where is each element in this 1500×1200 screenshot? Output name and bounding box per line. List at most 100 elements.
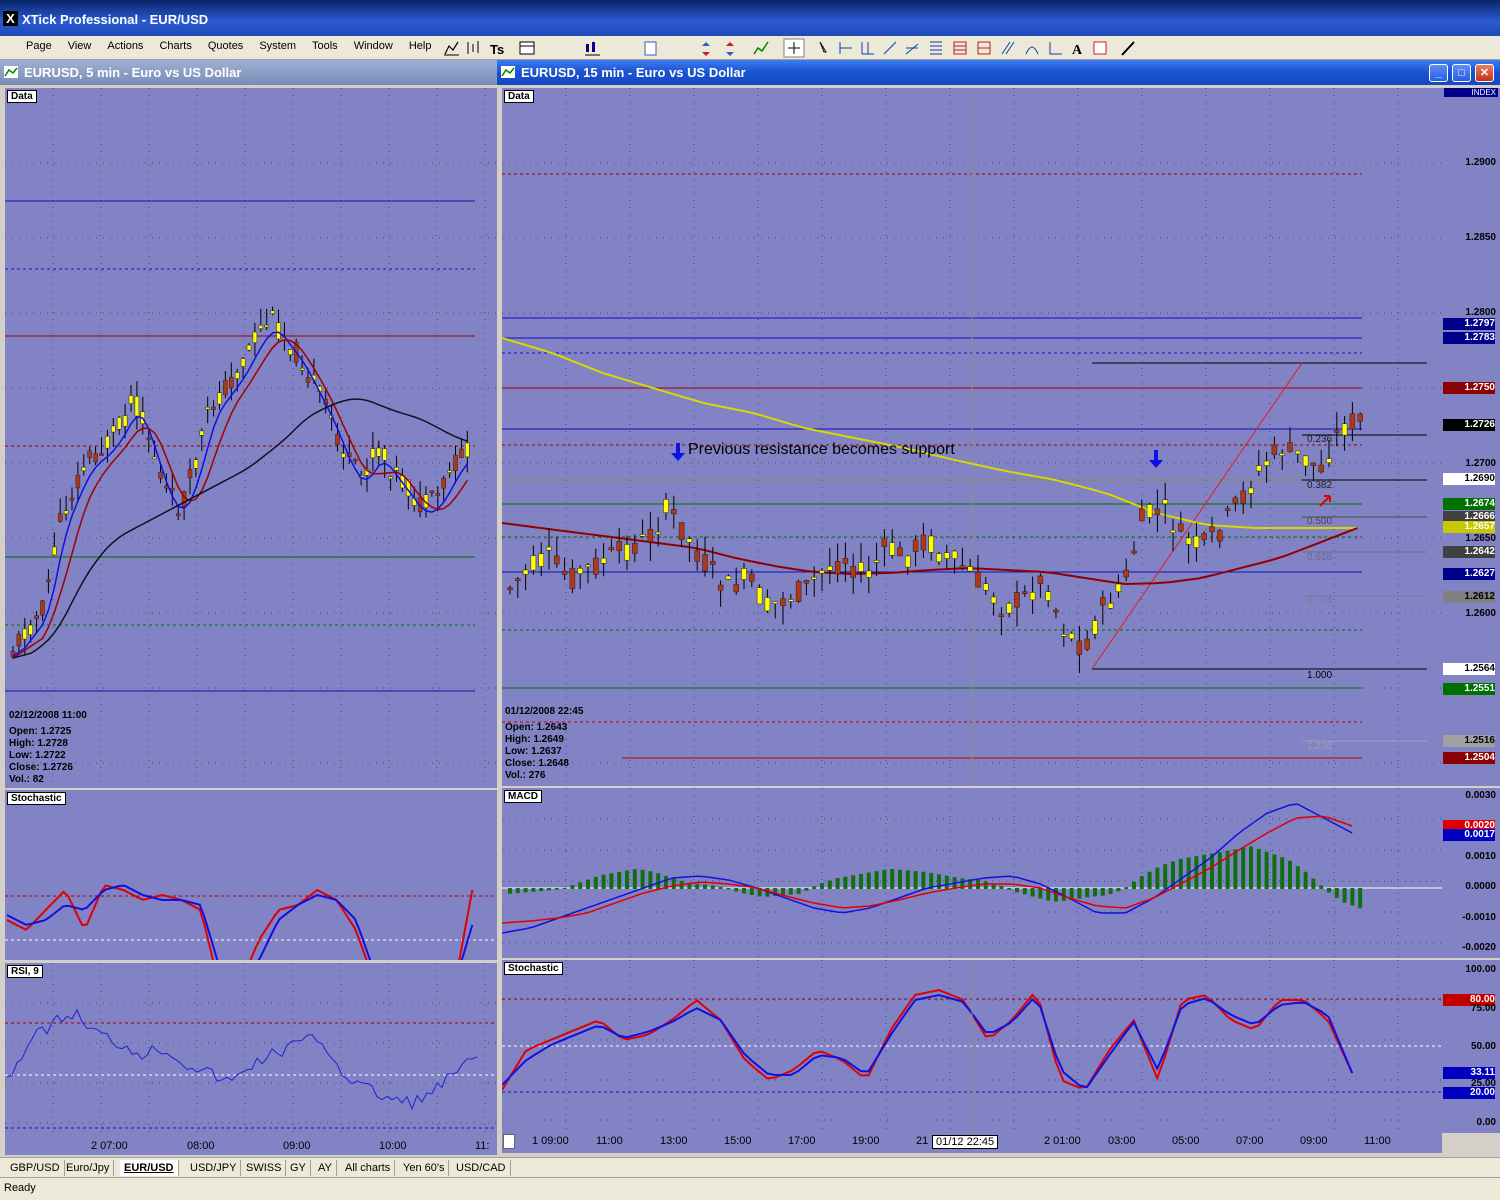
candle-body xyxy=(515,578,521,581)
menu-window[interactable]: Window xyxy=(346,40,401,52)
time-axis: 2 07:00 08:00 09:00 10:00 11: xyxy=(5,1138,497,1155)
stochastic-pane[interactable]: Stochastic xyxy=(5,790,497,960)
menu-page[interactable]: Page xyxy=(18,40,60,52)
text-tool-icon[interactable]: Ts xyxy=(490,42,504,57)
rsi-pane[interactable]: RSI, 9 xyxy=(5,963,497,1138)
candle-body xyxy=(63,510,69,515)
tab-ay[interactable]: AY xyxy=(314,1160,337,1176)
annotation-text[interactable]: Previous resistance becomes support xyxy=(688,441,955,459)
tab-gbpusd[interactable]: GBP/USD xyxy=(6,1160,65,1176)
candle-body xyxy=(1115,583,1122,592)
candle-body xyxy=(842,558,849,564)
app-logo-icon: X xyxy=(3,11,18,26)
candle-body xyxy=(134,396,140,417)
close-button[interactable]: ✕ xyxy=(1475,64,1494,82)
macd-tick: -0.0010 xyxy=(1462,912,1496,923)
menu-system[interactable]: System xyxy=(251,40,304,52)
candle-body xyxy=(1068,632,1075,640)
tab-usdcad[interactable]: USD/CAD xyxy=(452,1160,511,1176)
price-pane[interactable]: Data Previous resistance becomes support… xyxy=(502,88,1442,786)
candle-body xyxy=(834,561,841,575)
candle-body xyxy=(881,538,888,547)
tab-all-charts[interactable]: All charts xyxy=(341,1160,396,1176)
macd-pane[interactable]: MACD xyxy=(502,788,1442,958)
macd-histogram-bar xyxy=(859,873,863,889)
candle-body xyxy=(57,513,63,522)
tab-swiss[interactable]: SWISS xyxy=(242,1160,287,1176)
stochastic-scale: 100.00 80.00 75.00 50.00 33.11 25.00 20.… xyxy=(1442,960,1500,1133)
macd-histogram-bar xyxy=(1015,888,1019,893)
candle-body xyxy=(600,557,607,564)
candle-body xyxy=(447,470,452,473)
line-chart-icon[interactable] xyxy=(444,41,459,56)
candle-body xyxy=(1053,609,1059,613)
price-pane[interactable]: Data 02/12/2008 11:00 Open: 1.2725 High:… xyxy=(5,88,497,788)
candle-body xyxy=(944,552,950,559)
macd-histogram-bar xyxy=(718,886,723,889)
price-level-box: 1.2797 xyxy=(1443,318,1495,330)
candle-body xyxy=(678,522,685,541)
candle-body xyxy=(122,415,128,427)
time-tick: 11: xyxy=(475,1140,490,1152)
buy-sell-icon[interactable] xyxy=(702,42,734,56)
tab-usdjpy[interactable]: USD/JPY xyxy=(186,1160,242,1176)
time-tick: 15:00 xyxy=(724,1135,752,1147)
candle-body xyxy=(211,406,216,410)
candle-icon[interactable] xyxy=(585,42,600,56)
candle-body xyxy=(1302,455,1309,467)
window-title-bar[interactable]: EURUSD, 15 min - Euro vs US Dollar _ □ ✕ xyxy=(497,60,1500,85)
menu-quotes[interactable]: Quotes xyxy=(200,40,251,52)
svg-text:A: A xyxy=(1072,43,1083,58)
macd-histogram-bar xyxy=(1319,885,1324,889)
index-label: INDEX xyxy=(1444,88,1498,97)
tab-eurusd[interactable]: EUR/USD xyxy=(120,1160,179,1176)
table-icon[interactable] xyxy=(519,41,535,55)
annotation-arrow xyxy=(1149,450,1163,468)
macd-histogram-bar xyxy=(593,876,598,889)
drawing-tools-icons[interactable] xyxy=(819,41,1062,55)
candle-body xyxy=(538,553,544,567)
stochastic-pane[interactable]: Stochastic xyxy=(502,960,1442,1133)
time-axis: 1 09:00 11:00 13:00 15:00 17:00 19:00 21… xyxy=(502,1133,1442,1153)
candle-body xyxy=(69,497,75,501)
candle-body xyxy=(258,324,264,329)
candle-body xyxy=(270,310,275,315)
minimize-button[interactable]: _ xyxy=(1429,64,1448,82)
price-level-box: 1.2551 xyxy=(1443,683,1495,695)
time-tick: 13:00 xyxy=(660,1135,688,1147)
tab-gy[interactable]: GY xyxy=(286,1160,311,1176)
page-icon[interactable] xyxy=(644,41,657,56)
bar-chart-icon[interactable] xyxy=(467,41,479,54)
text-annotation-icon[interactable]: A xyxy=(1072,43,1083,58)
crosshair-icon[interactable] xyxy=(783,38,805,58)
maximize-button[interactable]: □ xyxy=(1452,64,1471,82)
menu-tools[interactable]: Tools xyxy=(304,40,346,52)
price-tick: 1.2650 xyxy=(1465,533,1496,544)
macd-histogram-bar xyxy=(726,888,731,890)
status-text: Ready xyxy=(4,1182,36,1194)
scroll-thumb[interactable] xyxy=(503,1134,515,1149)
price-level-box: 1.2726 xyxy=(1443,419,1495,431)
tab-eurojpy[interactable]: Euro/Jpy xyxy=(62,1160,115,1176)
window-title-bar[interactable]: EURUSD, 5 min - Euro vs US Dollar xyxy=(0,60,497,85)
info-high: High: 1.2728 xyxy=(9,738,68,749)
candle-body xyxy=(1256,465,1262,472)
menu-view[interactable]: View xyxy=(60,40,100,52)
menu-actions[interactable]: Actions xyxy=(99,40,151,52)
fib-tool-icon[interactable] xyxy=(1093,41,1107,55)
price-scale[interactable]: INDEX 1.2900 1.2850 1.2800 1.2700 1.2650… xyxy=(1442,88,1500,786)
chart-window-15min: EURUSD, 15 min - Euro vs US Dollar _ □ ✕… xyxy=(497,60,1500,1157)
time-tick: 1 09:00 xyxy=(532,1135,569,1147)
pen-icon[interactable] xyxy=(1121,41,1135,56)
tab-yen60[interactable]: Yen 60's xyxy=(399,1160,450,1176)
macd-histogram-bar xyxy=(1108,888,1113,895)
candle-body xyxy=(1014,592,1020,608)
macd-histogram-bar xyxy=(710,885,715,889)
price-level-box: 1.2627 xyxy=(1443,568,1495,580)
info-vol: Vol.: 82 xyxy=(9,774,44,785)
chart-up-icon[interactable] xyxy=(753,41,769,55)
macd-scale: 0.0030 0.0020 0.0017 0.0010 0.0000 -0.00… xyxy=(1442,788,1500,958)
menu-charts[interactable]: Charts xyxy=(151,40,199,52)
macd-histogram-bar xyxy=(905,870,910,889)
candle-body xyxy=(370,448,376,459)
